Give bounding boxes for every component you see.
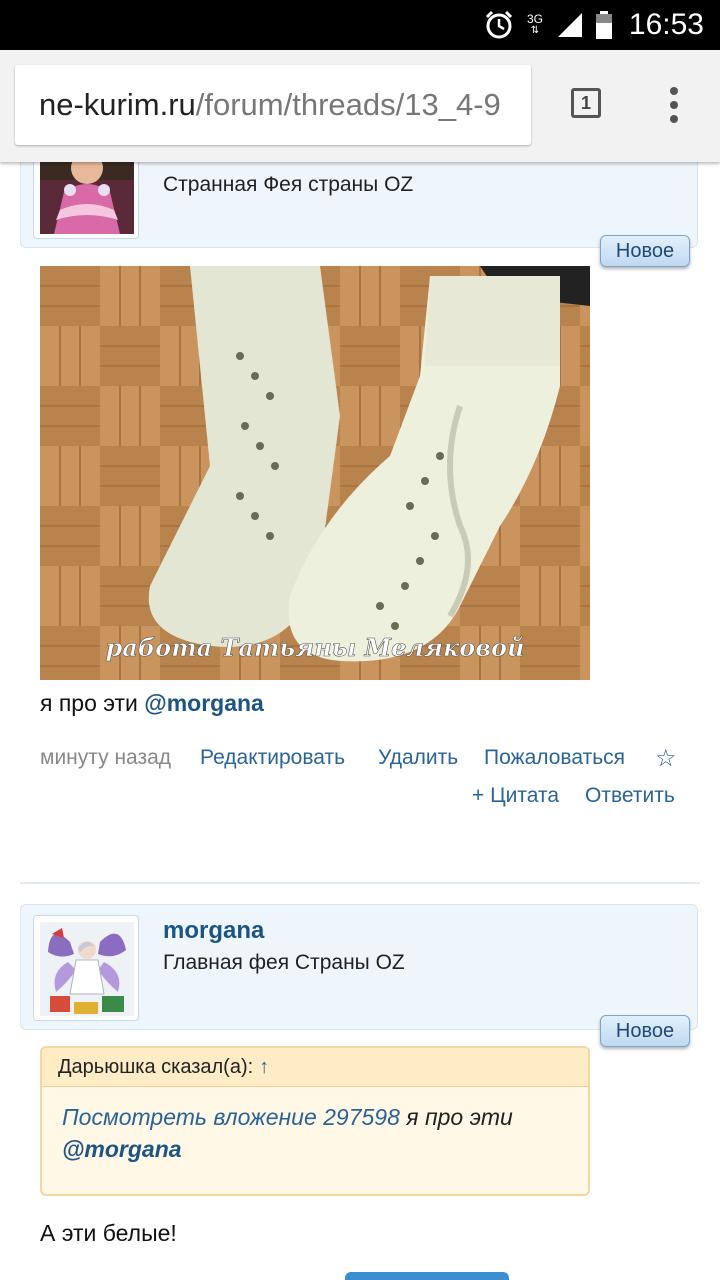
- new-badge: Новое: [600, 235, 690, 267]
- fairy-avatar-image: [40, 922, 134, 1016]
- quote-header: Дарьюшка сказал(а): ↑: [42, 1048, 588, 1087]
- report-link[interactable]: Пожаловаться: [484, 746, 625, 770]
- new-badge: Новое: [600, 1015, 690, 1047]
- battery-icon: [596, 11, 612, 39]
- doll-avatar-image: [40, 162, 134, 234]
- overflow-menu-icon[interactable]: [662, 85, 686, 125]
- data-arrows-icon: ⇅: [530, 25, 540, 36]
- quote-body: Посмотреть вложение 297598 я про эти @mo…: [42, 1087, 588, 1179]
- image-watermark-caption: работа Татьяны Меляковой: [106, 633, 525, 662]
- quote-block: Дарьюшка сказал(а): ↑ Посмотреть вложение…: [40, 1046, 590, 1196]
- avatar[interactable]: [33, 162, 139, 239]
- post-timestamp[interactable]: минуту назад: [40, 746, 171, 770]
- post-message: я про эти @morgana: [40, 690, 264, 717]
- post-username[interactable]: morgana: [163, 917, 264, 945]
- status-icons: 3G ⇅: [484, 10, 612, 40]
- partially-visible-button[interactable]: [345, 1272, 509, 1280]
- quote-author: Дарьюшка сказал(а):: [58, 1056, 254, 1078]
- post-message-text: я про эти: [40, 690, 145, 716]
- page-content: Странная Фея страны OZ Новое работа Тать…: [0, 162, 720, 1280]
- tab-switcher-button[interactable]: 1: [571, 88, 601, 118]
- delete-link[interactable]: Удалить: [378, 746, 458, 770]
- post-attachment-image[interactable]: работа Татьяны Меляковой: [40, 266, 590, 680]
- quote-mention-link[interactable]: @morgana: [62, 1136, 182, 1162]
- signal-icon: [558, 13, 582, 37]
- user-title: Главная фея Страны OZ: [163, 951, 405, 974]
- post-divider: [20, 882, 700, 884]
- edit-link[interactable]: Редактировать: [200, 746, 345, 770]
- avatar[interactable]: [33, 915, 139, 1021]
- user-title: Странная Фея страны OZ: [163, 173, 414, 196]
- url-path: /forum/threads/13_4-9: [195, 87, 501, 122]
- status-bar: 3G ⇅ 16:53: [0, 0, 720, 50]
- url-text[interactable]: ne-kurim.ru/forum/threads/13_4-9: [39, 87, 501, 123]
- post-user-card: Странная Фея страны OZ: [20, 162, 698, 248]
- network-type-indicator: 3G ⇅: [526, 13, 544, 37]
- alarm-icon: [485, 10, 513, 39]
- address-bar[interactable]: ne-kurim.ru/forum/threads/13_4-9: [15, 65, 531, 145]
- attachment-link[interactable]: Посмотреть вложение 297598: [62, 1104, 400, 1130]
- star-bookmark-icon[interactable]: ☆: [655, 744, 677, 773]
- network-type-label: 3G: [526, 12, 543, 26]
- user-mention-link[interactable]: @morgana: [144, 690, 264, 716]
- quote-text: я про эти: [399, 1104, 513, 1130]
- browser-toolbar: ne-kurim.ru/forum/threads/13_4-9 1: [0, 50, 720, 162]
- quote-link[interactable]: + Цитата: [472, 784, 559, 808]
- post-actions: минуту назад Редактировать Удалить Пожал…: [40, 744, 680, 807]
- post-user-card: morgana Главная фея Страны OZ: [20, 904, 698, 1030]
- go-to-quoted-post-icon[interactable]: ↑: [259, 1056, 269, 1078]
- post-message: А эти белые!: [40, 1220, 177, 1246]
- url-host: ne-kurim.ru: [39, 87, 196, 122]
- reply-link[interactable]: Ответить: [585, 784, 675, 808]
- clock: 16:53: [628, 8, 704, 41]
